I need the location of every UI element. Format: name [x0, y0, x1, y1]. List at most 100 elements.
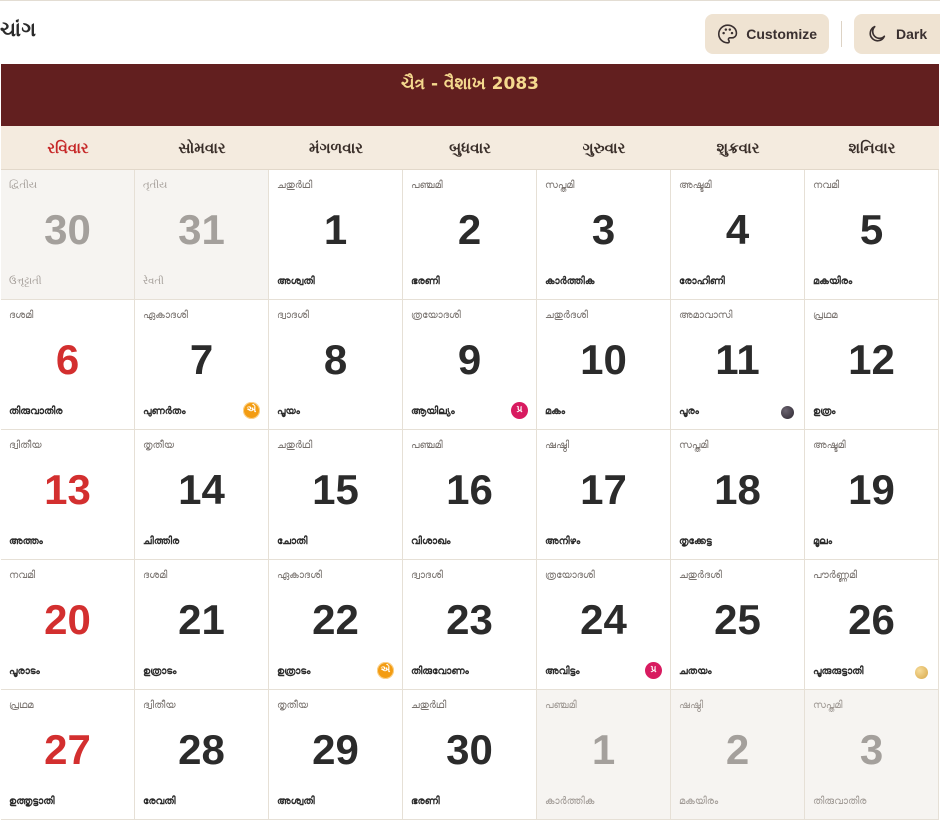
day-number: 18: [714, 466, 761, 513]
day-cell[interactable]: പൗർണ്ണമി 26 പൂരുരുട്ടാതി: [805, 560, 939, 690]
day-cell[interactable]: നവമി 20 പൂരാടം: [1, 560, 135, 690]
nakshatra-label: അശ്വതി: [277, 276, 315, 287]
day-cell[interactable]: ത്രയോദശി 24 അവിട്ടം પ્ર: [537, 560, 671, 690]
day-cell[interactable]: દ્વિતીય 30 ઉત્તૃટ્ટાતી: [1, 170, 135, 300]
day-cell[interactable]: તૃતીય 31 રેવતી: [135, 170, 269, 300]
day-number: 13: [44, 466, 91, 513]
nakshatra-label: ചിത്തിര: [143, 536, 180, 547]
tithi-label: તૃતીય: [143, 180, 168, 191]
tithi-label: ദ്വാദശി: [411, 570, 443, 581]
nakshatra-label: രോഹിണി: [679, 276, 725, 287]
day-cell[interactable]: ഷഷ്ഠി 17 അനിഴം: [537, 430, 671, 560]
day-cell[interactable]: ദശമി 6 തിരുവാതിര: [1, 300, 135, 430]
nakshatra-label: പൂയം: [277, 406, 300, 417]
day-number: 30: [44, 206, 91, 253]
day-cell[interactable]: ദ്വാദശി 8 പൂയം: [269, 300, 403, 430]
day-number: 2: [725, 726, 750, 773]
day-number: 26: [848, 596, 895, 643]
moon-icon: [869, 25, 886, 42]
tithi-label: ദ്വാദശി: [277, 310, 309, 321]
customize-button[interactable]: Customize: [705, 14, 829, 54]
tithi-label: ദ്വിതീയ: [143, 700, 176, 711]
nakshatra-label: അത്തം: [9, 536, 43, 547]
day-cell[interactable]: ചതുർദശി 10 മകം: [537, 300, 671, 430]
nakshatra-label: ചതയം: [679, 666, 712, 677]
tithi-label: തൃതീയ: [277, 700, 309, 711]
day-cell[interactable]: സപ്തമി 3 തിരുവാതിര: [805, 690, 939, 820]
day-cell[interactable]: അഷ്ടമി 19 മൂലം: [805, 430, 939, 560]
day-cell[interactable]: പ്രഥമ 27 ഉത്തൃട്ടാതി: [1, 690, 135, 820]
day-number: 1: [591, 726, 616, 773]
day-number: 3: [591, 206, 616, 253]
app-title: ચાંગ: [0, 17, 37, 41]
weekday-header-row: રવિવાર સોમવાર મંગળવાર બુધવાર ગુરુવાર શુક…: [1, 126, 939, 170]
day-cell[interactable]: നവമി 5 മകയിരം: [805, 170, 939, 300]
full-moon-icon: [915, 666, 928, 679]
day-cell[interactable]: ദ്വാദശി 23 തിരുവോണം: [403, 560, 537, 690]
nakshatra-label: മകം: [545, 406, 566, 417]
tithi-label: പഞ്ചമി: [545, 700, 577, 711]
day-cell[interactable]: പഞ്ചമി 1 കാർത്തിക: [537, 690, 671, 820]
tithi-label: തൃതീയ: [143, 440, 175, 451]
tithi-label: അഷ്ടമി: [679, 180, 712, 191]
day-cell[interactable]: ഏകാദശി 7 പുണർതം એ: [135, 300, 269, 430]
day-cell[interactable]: പഞ്ചമി 2 ഭരണി: [403, 170, 537, 300]
tithi-label: പഞ്ചമി: [411, 180, 443, 191]
tithi-label: ഏകാദശി: [143, 310, 188, 321]
nakshatra-label: അശ്വതി: [277, 796, 315, 807]
nakshatra-label: പൂരാടം: [9, 666, 40, 677]
nakshatra-label: ആയില്യം: [411, 406, 455, 417]
day-number: 20: [44, 596, 91, 643]
tithi-label: നവമി: [9, 570, 36, 581]
day-cell[interactable]: ദശമി 21 ഉത്രാടം: [135, 560, 269, 690]
tithi-label: ദശമി: [143, 570, 168, 581]
day-cell[interactable]: ഏകാദശി 22 ഉത്രാടം એ: [269, 560, 403, 690]
nakshatra-label: ഭരണി: [411, 276, 440, 287]
day-cell[interactable]: പഞ്ചമി 16 വിശാഖം: [403, 430, 537, 560]
day-cell[interactable]: ദ്വിതീയ 28 രേവതി: [135, 690, 269, 820]
day-cell[interactable]: ഷഷ്ഠി 2 മകയിരം: [671, 690, 805, 820]
nakshatra-label: ഉത്രാടം: [277, 666, 311, 677]
day-cell[interactable]: സപ്തമി 3 കാർത്തിക: [537, 170, 671, 300]
tithi-label: ചതുർഥി: [277, 180, 313, 191]
nakshatra-label: മകയിരം: [813, 276, 853, 287]
tithi-label: દ્વિતીય: [9, 180, 38, 191]
day-cell[interactable]: ചതുർഥി 30 ഭരണി: [403, 690, 537, 820]
day-cell[interactable]: പ്രഥമ 12 ഉത്രം: [805, 300, 939, 430]
day-cell[interactable]: അമാവാസി 11 പൂരം: [671, 300, 805, 430]
tithi-label: ഏകാദശി: [277, 570, 322, 581]
day-number: 30: [446, 726, 493, 773]
day-cell[interactable]: ചതുർഥി 15 ചോതി: [269, 430, 403, 560]
new-moon-icon: [781, 406, 794, 419]
day-cell[interactable]: ചതുർഥി 1 അശ്വതി: [269, 170, 403, 300]
dark-mode-button[interactable]: Dark: [854, 14, 940, 54]
day-number: 14: [178, 466, 225, 513]
day-cell[interactable]: തൃതീയ 14 ചിത്തിര: [135, 430, 269, 560]
day-cell[interactable]: തൃതീയ 29 അശ്വതി: [269, 690, 403, 820]
tithi-label: പൗർണ്ണമി: [813, 570, 858, 581]
day-cell[interactable]: അഷ്ടമി 4 രോഹിണി: [671, 170, 805, 300]
nakshatra-label: തിരുവോണം: [411, 666, 469, 677]
day-cell[interactable]: ത്രയോദശി 9 ആയില്യം પ્ર: [403, 300, 537, 430]
nakshatra-label: രേവതി: [143, 796, 176, 807]
ekadashi-badge: એ: [377, 662, 394, 679]
nakshatra-label: മൂലം: [813, 536, 833, 547]
weekday-saturday: શનિવાર: [848, 139, 896, 157]
nakshatra-label: ഉത്രം: [813, 406, 836, 417]
dark-label: Dark: [896, 26, 928, 42]
tithi-label: ദശമി: [9, 310, 34, 321]
weekday-friday: શુક્રવાર: [716, 139, 760, 157]
day-number: 16: [446, 466, 493, 513]
tithi-label: ചതുർഥി: [277, 440, 313, 451]
day-cell[interactable]: ദ്വിതീയ 13 അത്തം: [1, 430, 135, 560]
nakshatra-label: ഉത്തൃട്ടാതി: [9, 796, 55, 807]
day-number: 29: [312, 726, 359, 773]
day-cell[interactable]: ചതുർദശി 25 ചതയം: [671, 560, 805, 690]
toolbar-divider: [841, 21, 842, 47]
top-bar: ચાંગ Customize Dark: [0, 0, 940, 64]
tithi-label: ത്രയോദശി: [545, 570, 595, 581]
day-cell[interactable]: സപ്തമി 18 തൃക്കേട്ട: [671, 430, 805, 560]
pradosh-badge: પ્ર: [511, 402, 528, 419]
nakshatra-label: ഭരണി: [411, 796, 440, 807]
nakshatra-label: കാർത്തിക: [545, 796, 595, 807]
